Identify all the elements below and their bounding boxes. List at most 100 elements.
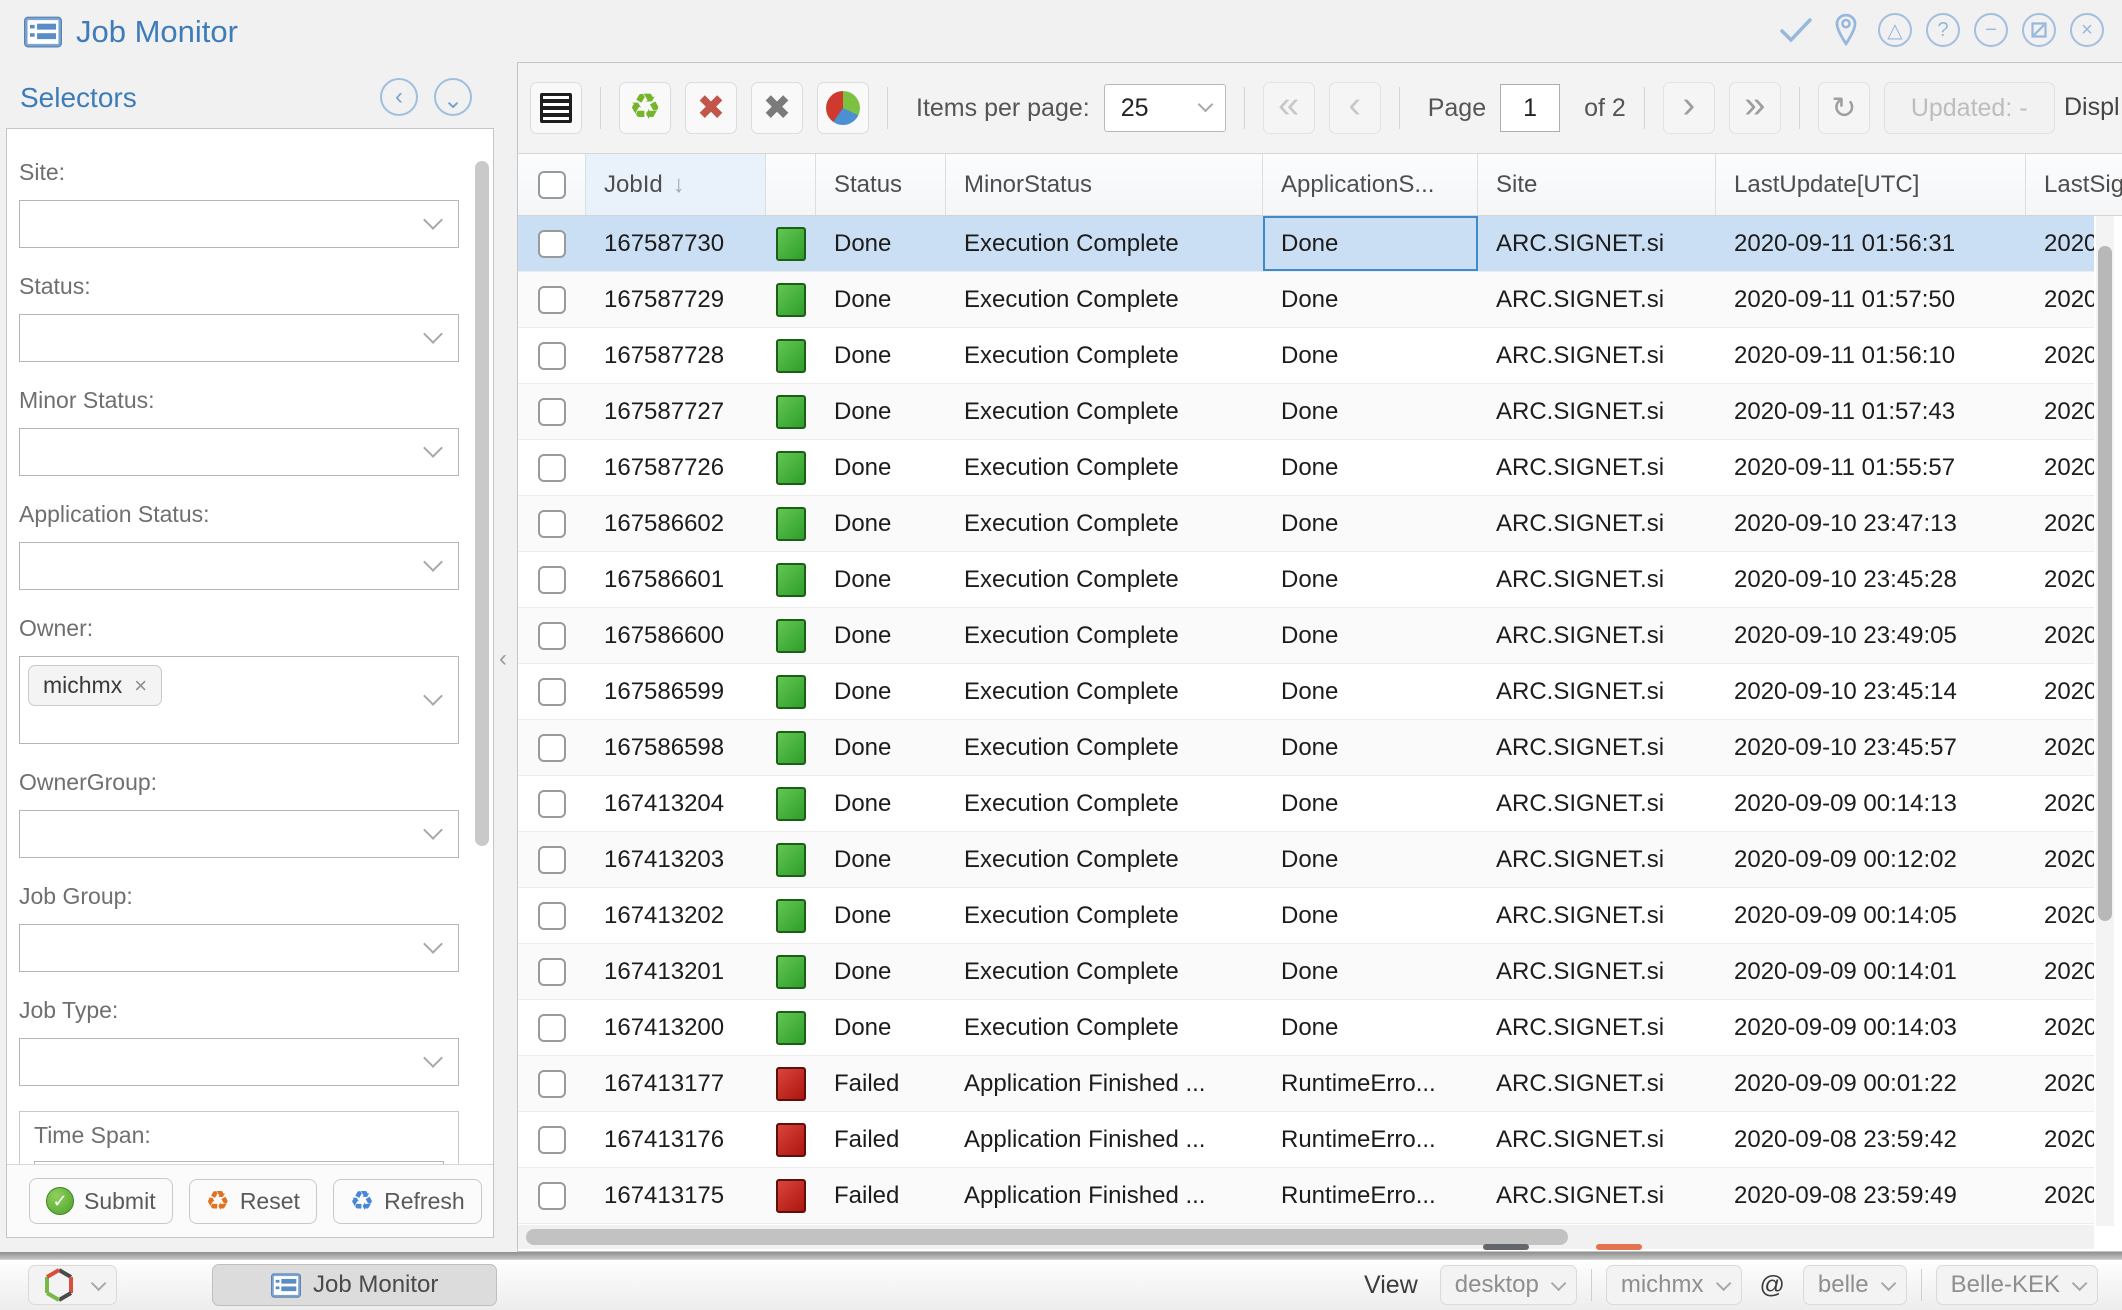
table-horizontal-scrollbar[interactable]	[518, 1225, 2094, 1249]
table-row[interactable]: 167586600 Done Execution Complete Done A…	[518, 608, 2094, 664]
cell-status: Done	[816, 328, 946, 383]
column-header-site[interactable]: Site	[1478, 154, 1716, 215]
column-header-statusicon[interactable]	[766, 154, 816, 215]
row-checkbox[interactable]	[538, 1014, 566, 1042]
row-checkbox[interactable]	[538, 342, 566, 370]
reload-table-button[interactable]: ♻	[619, 82, 671, 134]
updated-button[interactable]: Updated: -	[1884, 82, 2055, 134]
last-page-button[interactable]: »	[1729, 82, 1781, 134]
column-header-lastsignoflife[interactable]: LastSig	[2026, 154, 2122, 215]
column-header-minorstatus[interactable]: MinorStatus	[946, 154, 1263, 215]
column-header-lastupdate[interactable]: LastUpdate[UTC]	[1716, 154, 2026, 215]
cell-lastupdate: 2020-09-09 00:14:03	[1716, 1000, 2026, 1055]
selector-combo-owner-group[interactable]	[19, 810, 459, 858]
cell-minorstatus: Execution Complete	[946, 328, 1263, 383]
cell-lastsignoflife: 2020	[2026, 944, 2094, 999]
row-checkbox[interactable]	[538, 846, 566, 874]
prev-page-button[interactable]: ‹	[1329, 82, 1381, 134]
sidebar-collapse-left-icon[interactable]: ‹	[380, 78, 418, 116]
user-select[interactable]: michmx	[1606, 1265, 1742, 1305]
column-header-jobid[interactable]: JobId ↓	[586, 154, 766, 215]
cell-minorstatus: Execution Complete	[946, 608, 1263, 663]
row-checkbox[interactable]	[538, 230, 566, 258]
minimize-icon[interactable]: −	[1974, 13, 2008, 47]
table-row[interactable]: 167586601 Done Execution Complete Done A…	[518, 552, 2094, 608]
row-checkbox[interactable]	[538, 1182, 566, 1210]
row-checkbox[interactable]	[538, 678, 566, 706]
dirac-menu-button[interactable]	[28, 1265, 117, 1305]
table-row[interactable]: 167586599 Done Execution Complete Done A…	[518, 664, 2094, 720]
row-checkbox[interactable]	[538, 790, 566, 818]
refresh-page-button[interactable]: ↻	[1818, 82, 1870, 134]
column-header-applicationstatus[interactable]: ApplicationS...	[1263, 154, 1478, 215]
row-checkbox[interactable]	[538, 1126, 566, 1154]
row-checkbox[interactable]	[538, 958, 566, 986]
selector-combo-minor-status[interactable]	[19, 428, 459, 476]
taskbar-job-monitor-button[interactable]: Job Monitor	[212, 1264, 497, 1306]
reset-button[interactable]: ♻ Reset	[189, 1179, 317, 1224]
view-select[interactable]: desktop	[1440, 1265, 1577, 1305]
first-page-button[interactable]: «	[1263, 82, 1315, 134]
selector-combo-site[interactable]	[19, 200, 459, 248]
submit-check-icon: ✓	[46, 1187, 74, 1215]
pin-icon[interactable]	[1828, 12, 1864, 48]
page-number-input[interactable]: 1	[1500, 84, 1560, 132]
table-row[interactable]: 167413200 Done Execution Complete Done A…	[518, 1000, 2094, 1056]
row-checkbox[interactable]	[538, 734, 566, 762]
table-row[interactable]: 167413203 Done Execution Complete Done A…	[518, 832, 2094, 888]
cell-status: Failed	[816, 1168, 946, 1223]
selector-combo-job-group[interactable]	[19, 924, 459, 972]
table-row[interactable]: 167586602 Done Execution Complete Done A…	[518, 496, 2094, 552]
sidebar-scrollbar[interactable]	[475, 161, 489, 846]
columns-menu-button[interactable]	[530, 82, 582, 134]
cell-lastsignoflife: 2020	[2026, 776, 2094, 831]
help-icon[interactable]: ?	[1926, 13, 1960, 47]
table-row[interactable]: 167413204 Done Execution Complete Done A…	[518, 776, 2094, 832]
row-checkbox[interactable]	[538, 398, 566, 426]
table-row[interactable]: 167587726 Done Execution Complete Done A…	[518, 440, 2094, 496]
kill-jobs-button[interactable]: ✖	[751, 82, 803, 134]
column-header-status[interactable]: Status	[816, 154, 946, 215]
table-row[interactable]: 167413176 Failed Application Finished ..…	[518, 1112, 2094, 1168]
submit-button[interactable]: ✓ Submit	[29, 1178, 173, 1224]
row-checkbox[interactable]	[538, 286, 566, 314]
table-row[interactable]: 167587728 Done Execution Complete Done A…	[518, 328, 2094, 384]
row-checkbox[interactable]	[538, 454, 566, 482]
row-checkbox[interactable]	[538, 1070, 566, 1098]
setup-select[interactable]: Belle-KEK	[1936, 1265, 2098, 1305]
group-select[interactable]: belle	[1803, 1265, 1907, 1305]
table-row[interactable]: 167413177 Failed Application Finished ..…	[518, 1056, 2094, 1112]
items-per-page-select[interactable]: 25	[1104, 84, 1226, 132]
table-row[interactable]: 167587727 Done Execution Complete Done A…	[518, 384, 2094, 440]
selector-combo-job-type[interactable]	[19, 1038, 459, 1086]
select-all-checkbox[interactable]	[518, 154, 586, 215]
table-vertical-scrollbar[interactable]	[2096, 216, 2114, 1226]
next-page-button[interactable]: ›	[1663, 82, 1715, 134]
row-checkbox[interactable]	[538, 622, 566, 650]
table-row[interactable]: 167413202 Done Execution Complete Done A…	[518, 888, 2094, 944]
table-row[interactable]: 167587730 Done Execution Complete Done A…	[518, 216, 2094, 272]
statistics-button[interactable]	[817, 82, 869, 134]
close-icon[interactable]: ×	[2070, 13, 2104, 47]
row-checkbox[interactable]	[538, 510, 566, 538]
row-checkbox[interactable]	[538, 902, 566, 930]
owner-tag-remove-icon[interactable]: ×	[134, 673, 147, 699]
untile-icon[interactable]	[2022, 13, 2056, 47]
table-row[interactable]: 167586598 Done Execution Complete Done A…	[518, 720, 2094, 776]
refresh-button[interactable]: ♻ Refresh	[333, 1179, 482, 1224]
collapse-icon[interactable]: △	[1878, 13, 1912, 47]
check-icon[interactable]	[1778, 12, 1814, 48]
delete-jobs-button[interactable]: ✖	[685, 82, 737, 134]
sidebar-expand-down-icon[interactable]: ⌄	[434, 78, 472, 116]
selector-combo-owner[interactable]: michmx×	[19, 656, 459, 744]
vertical-scrollbar-thumb[interactable]	[2098, 246, 2112, 921]
table-row[interactable]: 167413175 Failed Application Finished ..…	[518, 1168, 2094, 1224]
cell-applicationstatus: Done	[1263, 216, 1478, 271]
selector-combo-status[interactable]	[19, 314, 459, 362]
selector-combo-application-status[interactable]	[19, 542, 459, 590]
row-checkbox[interactable]	[538, 566, 566, 594]
table-row[interactable]: 167587729 Done Execution Complete Done A…	[518, 272, 2094, 328]
horizontal-scrollbar-thumb[interactable]	[526, 1229, 1568, 1245]
splitter-collapse-icon[interactable]: ‹	[499, 645, 507, 673]
table-row[interactable]: 167413201 Done Execution Complete Done A…	[518, 944, 2094, 1000]
